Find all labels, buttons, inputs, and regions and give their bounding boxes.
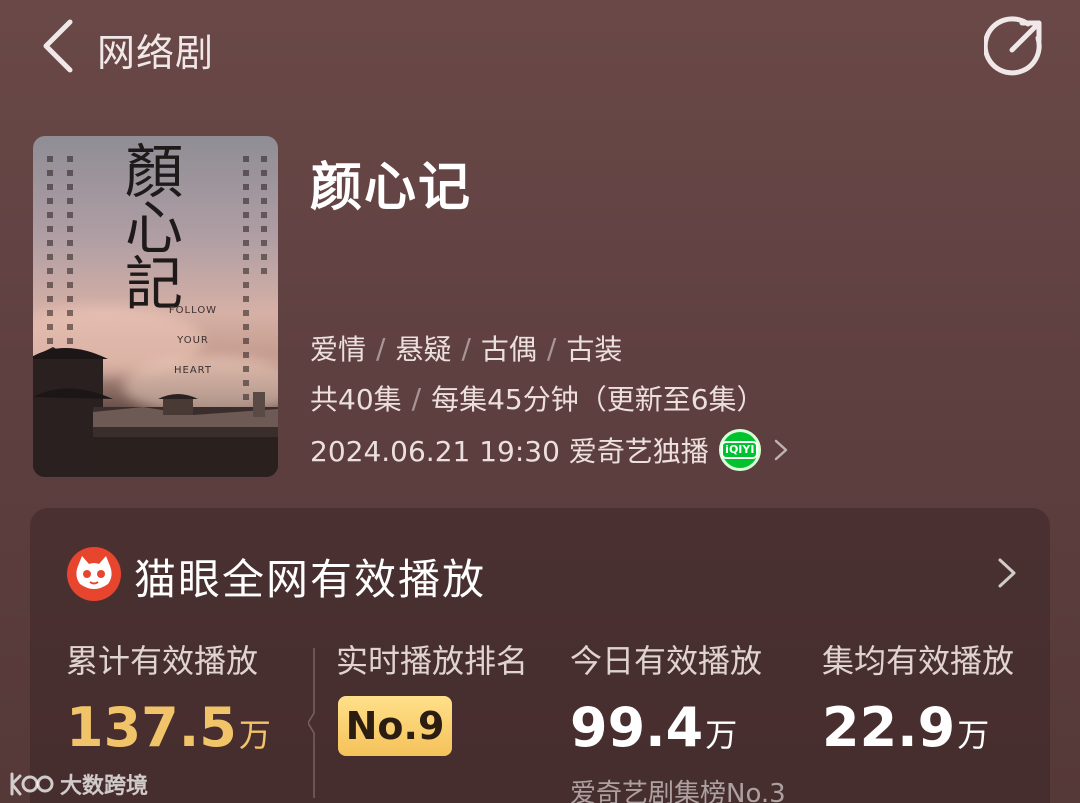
stat-unit: 万 [705, 716, 738, 754]
genre-tag[interactable]: 爱情 [310, 328, 366, 368]
episode-count: 共40集 [310, 383, 402, 416]
watermark-logo-icon [10, 772, 54, 796]
maoyan-cat-icon [67, 547, 121, 601]
stat-label-rank: 实时播放排名 [336, 642, 529, 680]
watermark-text: 大数跨境 [60, 774, 149, 799]
stat-unit: 万 [238, 716, 271, 754]
iqiyi-logo-icon: iQIYI [718, 429, 761, 471]
poster-title-calligraphy: 顏心記 [124, 138, 183, 318]
back-chevron-icon[interactable] [38, 16, 78, 76]
maoyan-stats-card[interactable]: 猫眼全网有效播放 累计有效播放 137.5万 实时播放排名 No.9 今日有效播… [30, 508, 1050, 803]
divider [308, 648, 315, 798]
stat-number: 22.9 [822, 696, 956, 759]
stat-value-today: 99.4万 [570, 696, 737, 759]
page-title: 网络剧 [97, 31, 215, 75]
poster-buildings [33, 347, 278, 477]
genre-tag[interactable]: 古装 [566, 328, 622, 368]
watermark: 大数跨境 [8, 768, 148, 800]
stat-value-average: 22.9万 [822, 696, 989, 759]
genre-tag[interactable]: 古偶 [481, 328, 537, 368]
top-bar: 网络剧 [0, 0, 1080, 95]
rank-badge: No.9 [338, 696, 452, 756]
stat-label-today: 今日有效播放 [570, 642, 763, 680]
separator: / [376, 331, 386, 365]
stat-sub-ranking: 爱奇艺剧集榜No.3 [570, 779, 786, 803]
separator: / [461, 331, 471, 365]
stat-number: 99.4 [570, 696, 704, 759]
separator: / [546, 331, 557, 365]
stat-number: 137.5 [66, 696, 237, 759]
chevron-right-icon[interactable] [996, 556, 1018, 590]
share-icon[interactable] [984, 16, 1046, 78]
poster-credits [261, 156, 267, 276]
separator: / [411, 381, 422, 415]
stat-label-total: 累计有效播放 [66, 642, 259, 680]
chevron-right-icon[interactable] [773, 438, 789, 462]
show-poster[interactable]: 顏心記 FOLLOW YOUR HEART [33, 136, 278, 477]
airdate-row[interactable]: 2024.06.21 19:30 爱奇艺独播 iQIYI [310, 428, 789, 472]
airdate-text: 2024.06.21 19:30 爱奇艺独播 [310, 435, 709, 468]
stat-value-total: 137.5万 [66, 696, 271, 759]
stat-label-average: 集均有效播放 [822, 642, 1015, 680]
genre-tags: 爱情 / 悬疑 / 古偶 / 古装 [310, 328, 622, 368]
genre-tag[interactable]: 悬疑 [395, 328, 451, 368]
episode-length: 每集45分钟（更新至6集） [431, 383, 765, 416]
iqiyi-logo-text: iQIYI [721, 441, 759, 459]
card-title: 猫眼全网有效播放 [134, 555, 487, 604]
stat-unit: 万 [957, 716, 990, 754]
episode-info: 共40集 / 每集45分钟（更新至6集） [310, 378, 765, 418]
show-title: 颜心记 [310, 158, 473, 218]
